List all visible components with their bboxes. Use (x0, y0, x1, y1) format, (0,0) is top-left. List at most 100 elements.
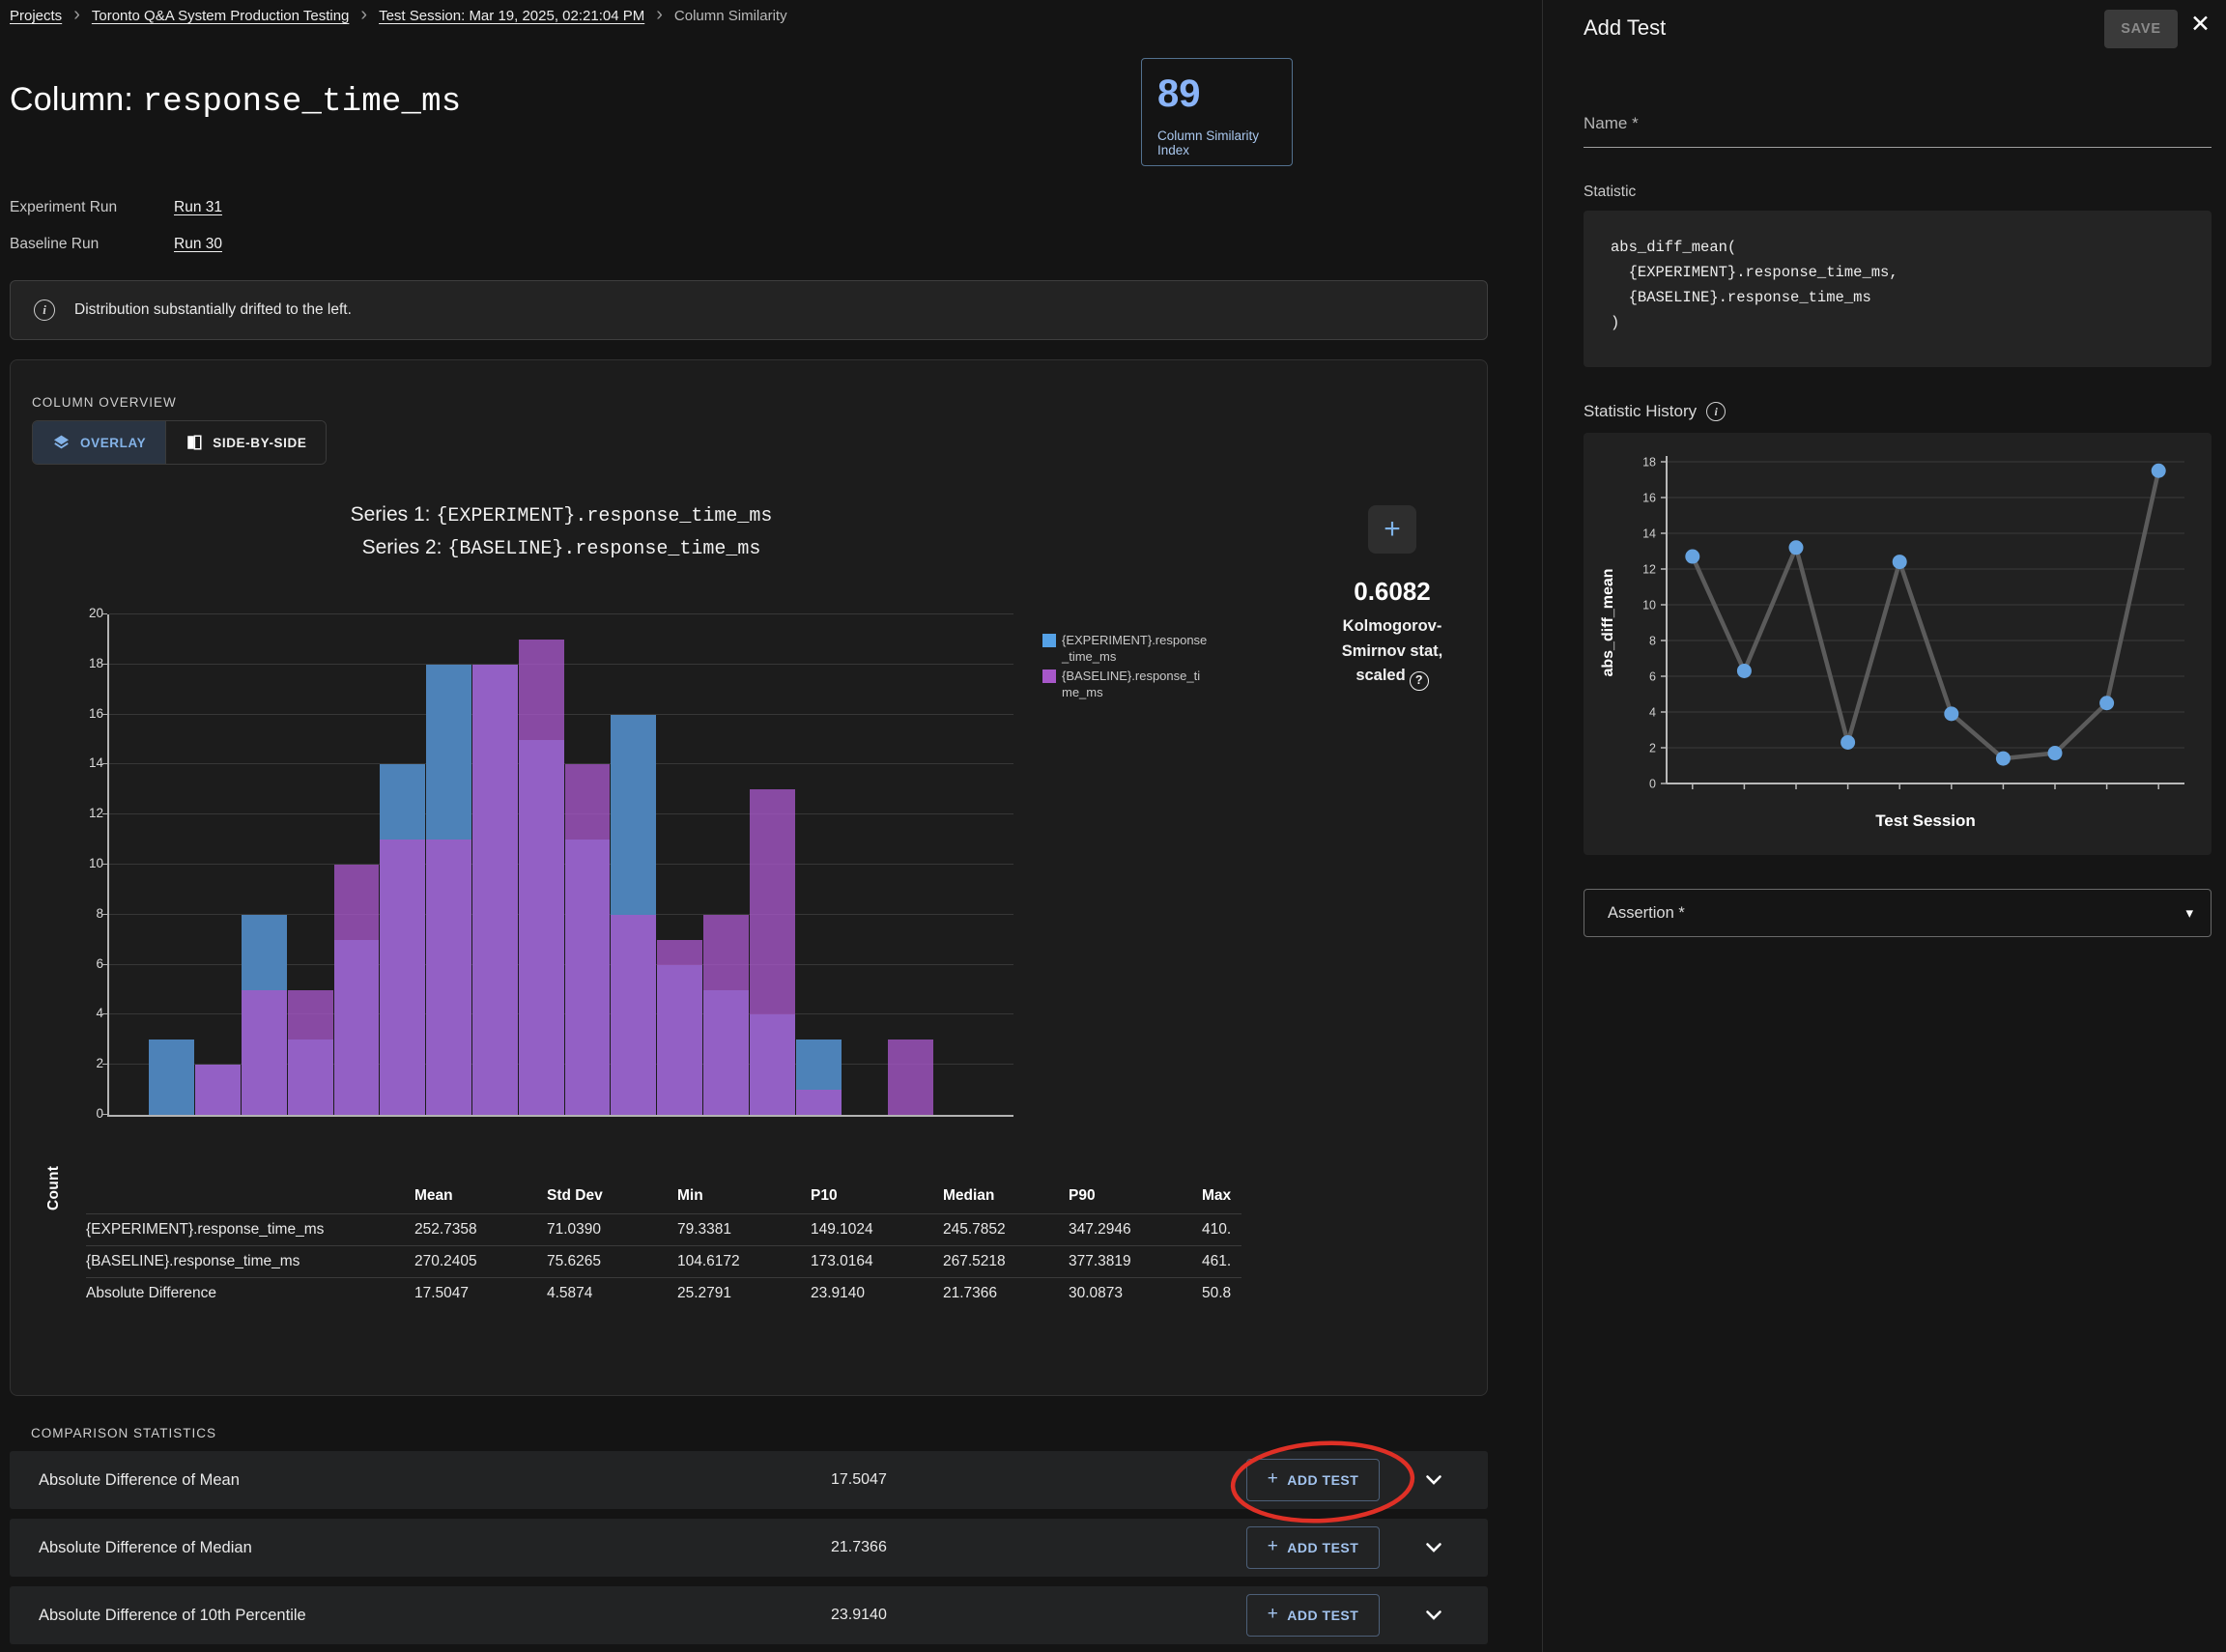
table-header-cell: Max (1202, 1187, 1241, 1205)
breadcrumb-item[interactable]: Test Session: Mar 19, 2025, 02:21:04 PM (379, 8, 644, 24)
table-row: {BASELINE}.response_time_ms270.240575.62… (86, 1245, 1241, 1277)
y-tick-mark (102, 914, 107, 915)
breadcrumb-item: Column Similarity (674, 8, 787, 24)
table-cell: 461. (1202, 1253, 1241, 1270)
histogram-bar-baseline (426, 840, 471, 1115)
y-axis-line (107, 614, 109, 1115)
statistic-label: Statistic (1584, 184, 1636, 201)
baseline-run-link[interactable]: Run 30 (174, 236, 222, 253)
breadcrumb: Projects›Toronto Q&A System Production T… (10, 8, 787, 24)
y-tick-label: 6 (1649, 670, 1656, 684)
side-by-side-icon (186, 434, 203, 451)
histogram-bar-baseline (750, 789, 795, 1115)
table-cell: 173.0164 (811, 1253, 943, 1270)
similarity-score-label: Column Similarity Index (1157, 128, 1276, 157)
plus-icon: + (1268, 1536, 1279, 1557)
add-test-panel: Add Test SAVE ✕ Name * Statistic abs_dif… (1542, 0, 2226, 1652)
histogram-bar-baseline (703, 915, 749, 1115)
comparison-stat-value: 23.9140 (831, 1607, 1246, 1624)
y-tick-mark (102, 763, 107, 764)
table-cell: 270.2405 (414, 1253, 547, 1270)
drift-info-banner: i Distribution substantially drifted to … (10, 280, 1488, 340)
table-row: {EXPERIMENT}.response_time_ms252.735871.… (86, 1213, 1241, 1245)
add-test-button[interactable]: +ADD TEST (1246, 1459, 1380, 1501)
y-tick-label: 16 (1642, 492, 1656, 505)
history-data-point (1944, 706, 1958, 721)
y-axis-title: Count (45, 1166, 63, 1211)
plus-icon: + (1268, 1468, 1279, 1490)
histogram-bar-baseline (796, 1090, 842, 1115)
add-test-button[interactable]: +ADD TEST (1246, 1526, 1380, 1569)
y-tick-label: 12 (89, 806, 103, 820)
y-tick-mark (102, 864, 107, 865)
table-cell: 21.7366 (943, 1285, 1069, 1302)
column-name: response_time_ms (143, 84, 462, 121)
histogram-bar-baseline (519, 640, 564, 1115)
table-cell: 410. (1202, 1221, 1241, 1239)
y-tick-label: 0 (1649, 778, 1656, 791)
assertion-label: Assertion * (1608, 904, 2185, 923)
chevron-down-icon[interactable] (1422, 1536, 1445, 1559)
table-cell: 50.8 (1202, 1285, 1241, 1302)
help-icon[interactable]: ? (1410, 671, 1429, 691)
name-field-input[interactable] (1584, 147, 2212, 148)
tab-overlay-label: OVERLAY (80, 436, 146, 450)
x-axis-title: Test Session (1875, 812, 1976, 830)
tab-overlay[interactable]: OVERLAY (33, 421, 165, 464)
y-tick-label: 14 (1642, 527, 1656, 541)
comparison-stat-row: Absolute Difference of 10th Percentile23… (10, 1586, 1488, 1644)
y-tick-label: 8 (1649, 635, 1656, 648)
baseline-run-label: Baseline Run (10, 236, 99, 252)
ks-stat-label: Kolmogorov-Smirnov stat,scaled? (1296, 614, 1489, 691)
y-tick-mark (102, 664, 107, 665)
y-tick-mark (102, 1013, 107, 1014)
info-icon: i (1706, 402, 1726, 421)
y-axis-tick-labels: 02468101214161820 (67, 606, 103, 1124)
chevron-down-icon[interactable] (1422, 1604, 1445, 1627)
tab-side-by-side[interactable]: SIDE-BY-SIDE (165, 421, 326, 464)
assertion-dropdown[interactable]: Assertion * ▾ (1584, 889, 2212, 937)
breadcrumb-item[interactable]: Projects (10, 8, 62, 24)
y-tick-mark (102, 1114, 107, 1115)
table-cell: 30.0873 (1069, 1285, 1202, 1302)
statistic-code-block: abs_diff_mean( {EXPERIMENT}.response_tim… (1584, 211, 2212, 367)
add-test-button[interactable]: +ADD TEST (1246, 1594, 1380, 1637)
y-tick-mark (102, 613, 107, 614)
legend-item: {BASELINE}.response_time_ms (1042, 669, 1209, 701)
history-data-point (2048, 746, 2063, 760)
table-cell: 4.5874 (547, 1285, 677, 1302)
summary-statistics-table: MeanStd DevMinP10MedianP90Max{EXPERIMENT… (86, 1178, 1241, 1309)
column-overview-card: COLUMN OVERVIEW OVERLAY SIDE-BY-SIDE Ser… (10, 359, 1488, 1396)
histogram-bar-baseline (195, 1065, 241, 1115)
histogram-bar-baseline (657, 940, 702, 1115)
baseline-run-row: Baseline Run Run 30 (10, 236, 99, 253)
x-axis-line (107, 1115, 1013, 1117)
histogram-bar-baseline (472, 665, 518, 1115)
histogram-bar-baseline (565, 764, 611, 1115)
breadcrumb-item[interactable]: Toronto Q&A System Production Testing (92, 8, 350, 24)
table-header-cell: P10 (811, 1187, 943, 1205)
y-tick-label: 10 (1642, 599, 1656, 612)
save-button[interactable]: SAVE (2104, 10, 2178, 48)
view-mode-tabs: OVERLAY SIDE-BY-SIDE (32, 420, 327, 465)
histogram-bar-baseline (380, 840, 425, 1115)
ks-stat-value: 0.6082 (1296, 577, 1489, 607)
experiment-run-link[interactable]: Run 31 (174, 199, 222, 216)
table-cell: 149.1024 (811, 1221, 943, 1239)
page-title: Column: response_time_ms (10, 81, 461, 121)
table-cell: 71.0390 (547, 1221, 677, 1239)
table-cell: 245.7852 (943, 1221, 1069, 1239)
table-cell: {BASELINE}.response_time_ms (86, 1253, 414, 1270)
ks-stat-block: + 0.6082 Kolmogorov-Smirnov stat,scaled? (1296, 505, 1489, 691)
y-tick-label: 18 (89, 656, 103, 670)
y-tick-label: 2 (1649, 742, 1656, 755)
y-tick-mark (102, 1064, 107, 1065)
chevron-down-icon[interactable] (1422, 1468, 1445, 1492)
history-line (1693, 470, 2158, 758)
y-tick-mark (102, 964, 107, 965)
y-tick-mark (102, 813, 107, 814)
table-header-row: MeanStd DevMinP10MedianP90Max (86, 1178, 1241, 1213)
table-header-cell: P90 (1069, 1187, 1202, 1205)
close-icon[interactable]: ✕ (2190, 13, 2211, 37)
add-chart-button[interactable]: + (1368, 505, 1416, 554)
